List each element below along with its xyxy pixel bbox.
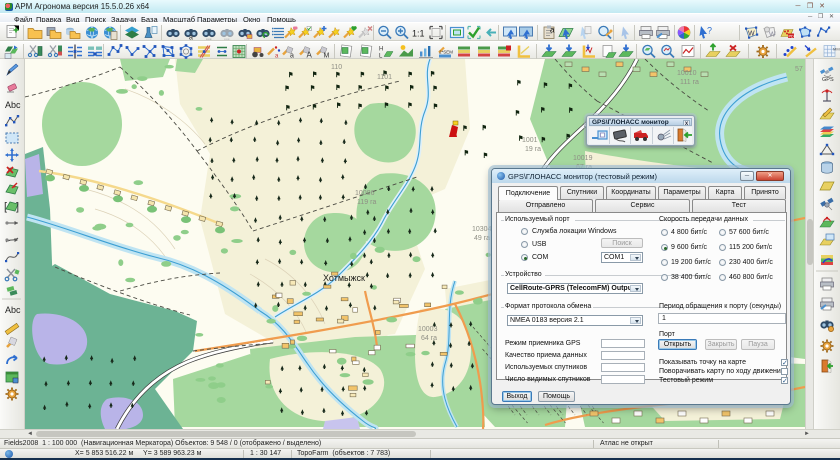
svg-text:10019: 10019: [573, 155, 593, 162]
svg-text:19 га: 19 га: [525, 146, 541, 153]
svg-text:a: a: [550, 26, 555, 35]
svg-text:]: ]: [16, 201, 19, 213]
svg-text:57 га: 57 га: [795, 66, 805, 73]
svg-text:111 га: 111 га: [680, 79, 699, 86]
svg-text:10006: 10006: [355, 190, 375, 197]
svg-text:1001: 1001: [522, 137, 538, 144]
svg-text:MM: MM: [833, 47, 840, 52]
svg-text:GPS: GPS: [822, 77, 834, 83]
svg-text:W: W: [748, 31, 755, 38]
svg-text:Хотмыжск: Хотмыжск: [323, 273, 365, 283]
svg-text:110: 110: [331, 64, 342, 71]
svg-text:49 га: 49 га: [474, 235, 490, 242]
svg-text:10010: 10010: [677, 70, 697, 77]
svg-text:119 га: 119 га: [357, 199, 377, 206]
svg-text:2*SEM: 2*SEM: [439, 50, 453, 55]
svg-text:1:1: 1:1: [412, 29, 425, 39]
svg-text:PDF: PDF: [789, 34, 797, 38]
svg-text:H: H: [379, 47, 383, 53]
svg-text:1101: 1101: [377, 74, 392, 81]
svg-text:10304: 10304: [472, 226, 492, 233]
svg-text:64 га: 64 га: [421, 335, 437, 342]
svg-text:W: W: [769, 32, 776, 39]
svg-text:[: [: [4, 201, 7, 213]
svg-text:10003: 10003: [418, 326, 438, 333]
svg-text:?: ?: [707, 26, 712, 36]
svg-text:Abc: Abc: [5, 305, 21, 315]
svg-text:Abc: Abc: [5, 100, 21, 110]
